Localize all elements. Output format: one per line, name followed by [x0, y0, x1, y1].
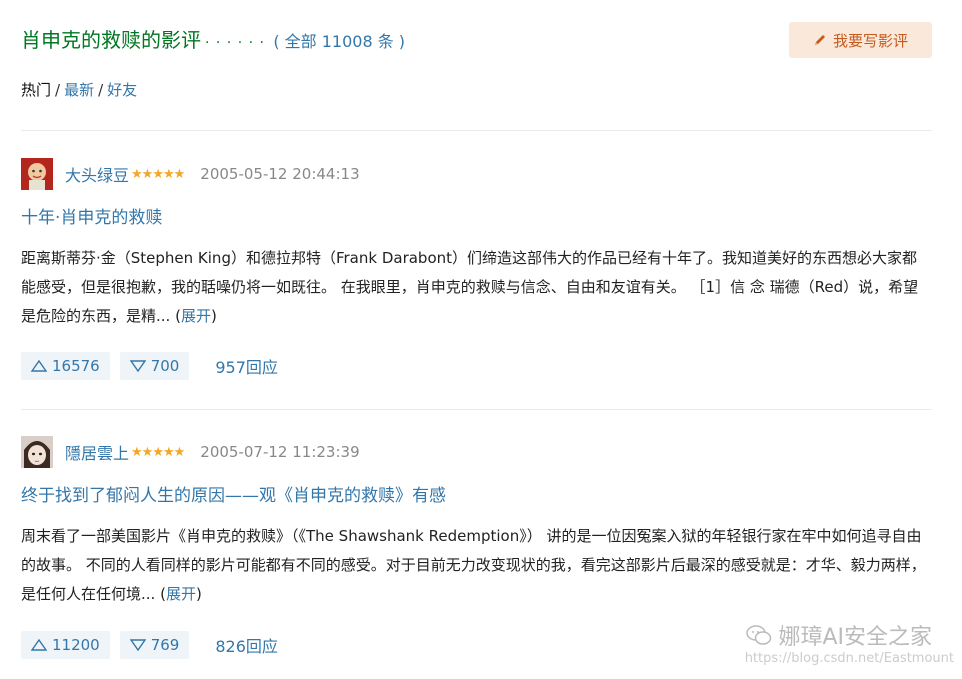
- review-actions: 11200 769 826回应: [21, 631, 278, 659]
- wechat-icon: [746, 625, 772, 645]
- review-title[interactable]: 十年·肖申克的救赎: [21, 203, 162, 228]
- review-title[interactable]: 终于找到了郁闷人生的原因——观《肖申克的救赎》有感: [21, 481, 446, 506]
- write-review-button[interactable]: 我要写影评: [789, 22, 932, 58]
- avatar[interactable]: [21, 158, 53, 190]
- expand-open-paren: (: [155, 585, 166, 603]
- useless-count: 700: [150, 357, 180, 375]
- avatar[interactable]: [21, 436, 53, 468]
- useful-count: 16576: [52, 357, 100, 375]
- pencil-icon: [814, 35, 825, 45]
- review-excerpt: 周末看了一部美国影片《肖申克的救赎》（《The Shawshank Redemp…: [21, 522, 931, 609]
- useless-button[interactable]: 769: [119, 631, 190, 659]
- useless-button[interactable]: 700: [119, 352, 190, 380]
- expand-link[interactable]: 展开: [166, 585, 196, 603]
- reply-link[interactable]: 826回应: [215, 633, 278, 657]
- review-header: 大头绿豆 ★★★★★ 2005-05-12 20:44:13: [21, 157, 360, 191]
- expand-link[interactable]: 展开: [181, 307, 211, 325]
- review-excerpt: 距离斯蒂芬·金（Stephen King）和德拉邦特（Frank Darabon…: [21, 244, 931, 331]
- write-review-label: 我要写影评: [832, 31, 908, 50]
- watermark: 娜璋AI安全之家: [746, 620, 932, 650]
- divider: [21, 409, 932, 410]
- author-name[interactable]: 隱居雲上: [65, 440, 129, 464]
- thumb-up-triangle-icon: [31, 639, 47, 651]
- thumb-down-triangle-icon: [129, 639, 146, 651]
- expand-close-paren: ): [195, 585, 202, 603]
- movie-review-title[interactable]: 肖申克的救赎的影评: [21, 28, 201, 52]
- author-name[interactable]: 大头绿豆: [65, 162, 129, 186]
- page-header: 肖申克的救赎的影评 · · · · · · ( 全部 11008 条 ) 我要写影…: [21, 22, 932, 58]
- rating-stars: ★★★★★: [131, 444, 185, 460]
- watermark-url: https://blog.csdn.net/Eastmount: [744, 651, 954, 666]
- watermark-text: 娜璋AI安全之家: [778, 625, 932, 650]
- filter-latest[interactable]: 最新: [64, 81, 94, 99]
- review-body-text: 距离斯蒂芬·金（Stephen King）和德拉邦特（Frank Darabon…: [21, 249, 919, 325]
- review-actions: 16576 700 957回应: [21, 352, 278, 380]
- useful-button[interactable]: 16576: [21, 352, 110, 380]
- useless-count: 769: [150, 636, 180, 654]
- filter-separator: /: [98, 81, 104, 99]
- sort-filters: 热门 / 最新 / 好友: [21, 79, 137, 100]
- thumb-up-triangle-icon: [31, 360, 47, 372]
- useful-button[interactable]: 11200: [21, 631, 110, 659]
- filter-friends[interactable]: 好友: [107, 81, 137, 99]
- useful-count: 11200: [52, 636, 100, 654]
- review-date: 2005-07-12 11:23:39: [200, 443, 360, 461]
- review-count[interactable]: ( 全部 11008 条 ): [273, 32, 405, 51]
- divider: [21, 130, 932, 131]
- title-dots: · · · · · ·: [205, 35, 265, 51]
- page-title: 肖申克的救赎的影评 · · · · · · ( 全部 11008 条 ): [21, 24, 405, 53]
- review-header: 隱居雲上 ★★★★★ 2005-07-12 11:23:39: [21, 435, 360, 469]
- review-date: 2005-05-12 20:44:13: [200, 165, 360, 183]
- rating-stars: ★★★★★: [131, 166, 185, 182]
- filter-hot[interactable]: 热门: [21, 81, 51, 99]
- expand-close-paren: ): [210, 307, 217, 325]
- thumb-down-triangle-icon: [129, 360, 146, 372]
- expand-open-paren: (: [170, 307, 181, 325]
- filter-separator: /: [55, 81, 61, 99]
- reply-link[interactable]: 957回应: [215, 354, 278, 378]
